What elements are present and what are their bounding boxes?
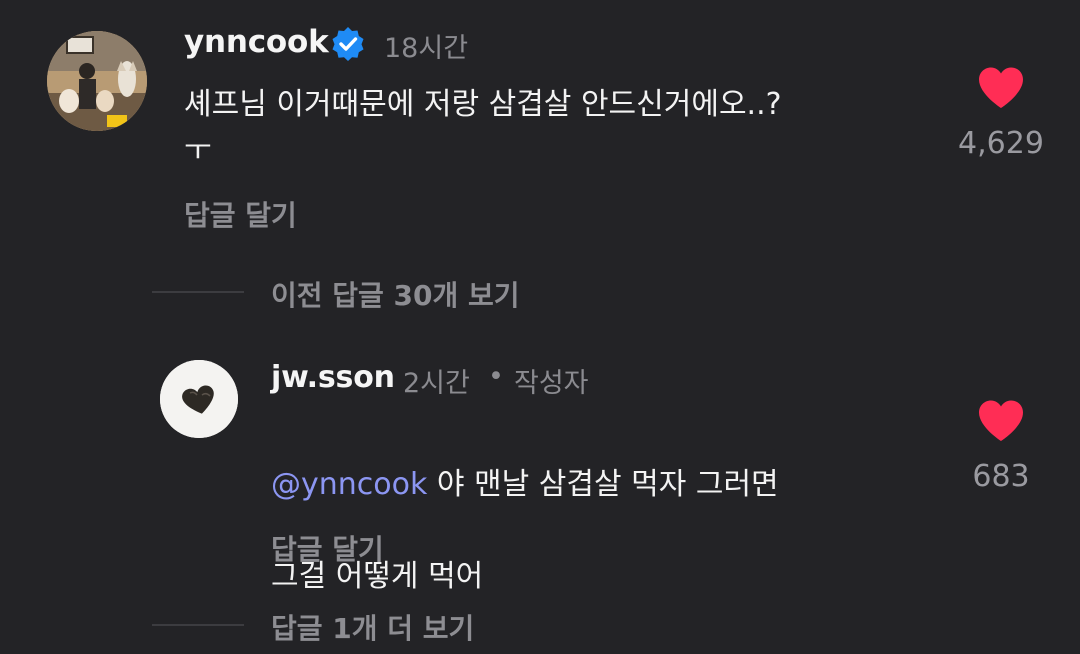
view-more-replies-button[interactable]: 답글 1개 더 보기 [271,607,474,647]
like-heart-icon[interactable] [977,66,1025,110]
reply-username[interactable]: jw.sson [271,360,395,395]
view-previous-replies-button[interactable]: 이전 답글 30개 보기 [271,274,520,314]
reply-button[interactable]: 답글 달기 [184,194,297,234]
mention-link[interactable]: @ynncook [271,467,427,502]
reply-text: @ynncook 야 맨날 삼겹살 먹자 그러면 그걸 어떻게 먹어 [271,416,951,600]
verified-badge-icon [331,27,365,61]
avatar-photo [47,31,147,131]
avatar-jw-sson[interactable] [160,360,238,438]
reply-time: 2시간 [403,368,470,399]
comment-username[interactable]: ynncook [184,24,329,60]
like-heart-icon[interactable] [977,399,1025,443]
reply-text-line1: 야 맨날 삼겹살 먹자 그러면 [427,467,779,502]
meta-separator: • [488,361,504,392]
avatar-photo [160,360,238,438]
reply-button[interactable]: 답글 달기 [271,528,384,568]
avatar-ynncook[interactable] [47,31,147,131]
author-badge: 작성자 [514,368,589,399]
comment-text: 셰프님 이거때문에 저랑 삼겹살 안드신거에오..? ㅜ [184,87,782,168]
thread-divider [152,624,244,626]
comment-like-count: 4,629 [958,126,1044,161]
thread-divider [152,291,244,293]
comment-time: 18시간 [384,33,469,64]
reply-like-count: 683 [972,459,1030,494]
